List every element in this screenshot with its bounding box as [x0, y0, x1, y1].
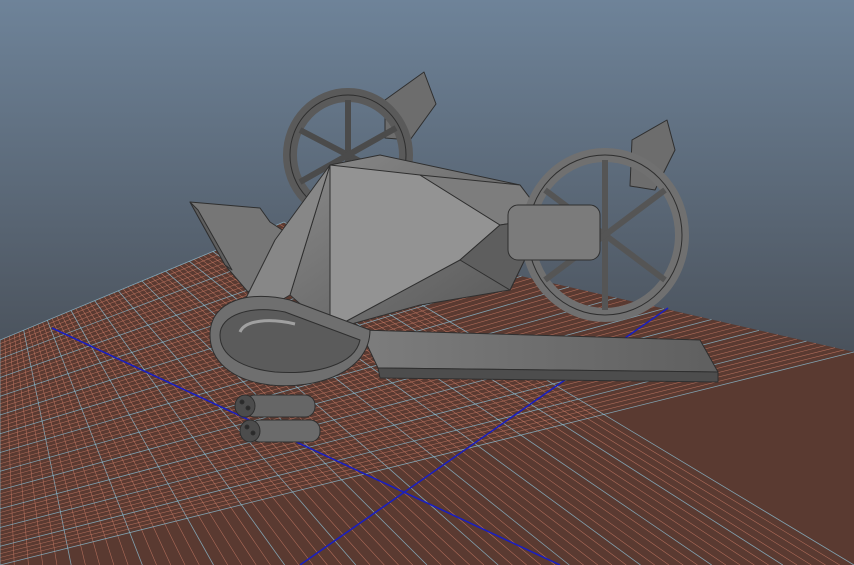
- 3d-viewport[interactable]: [0, 0, 854, 565]
- viewport-scene: [0, 0, 854, 565]
